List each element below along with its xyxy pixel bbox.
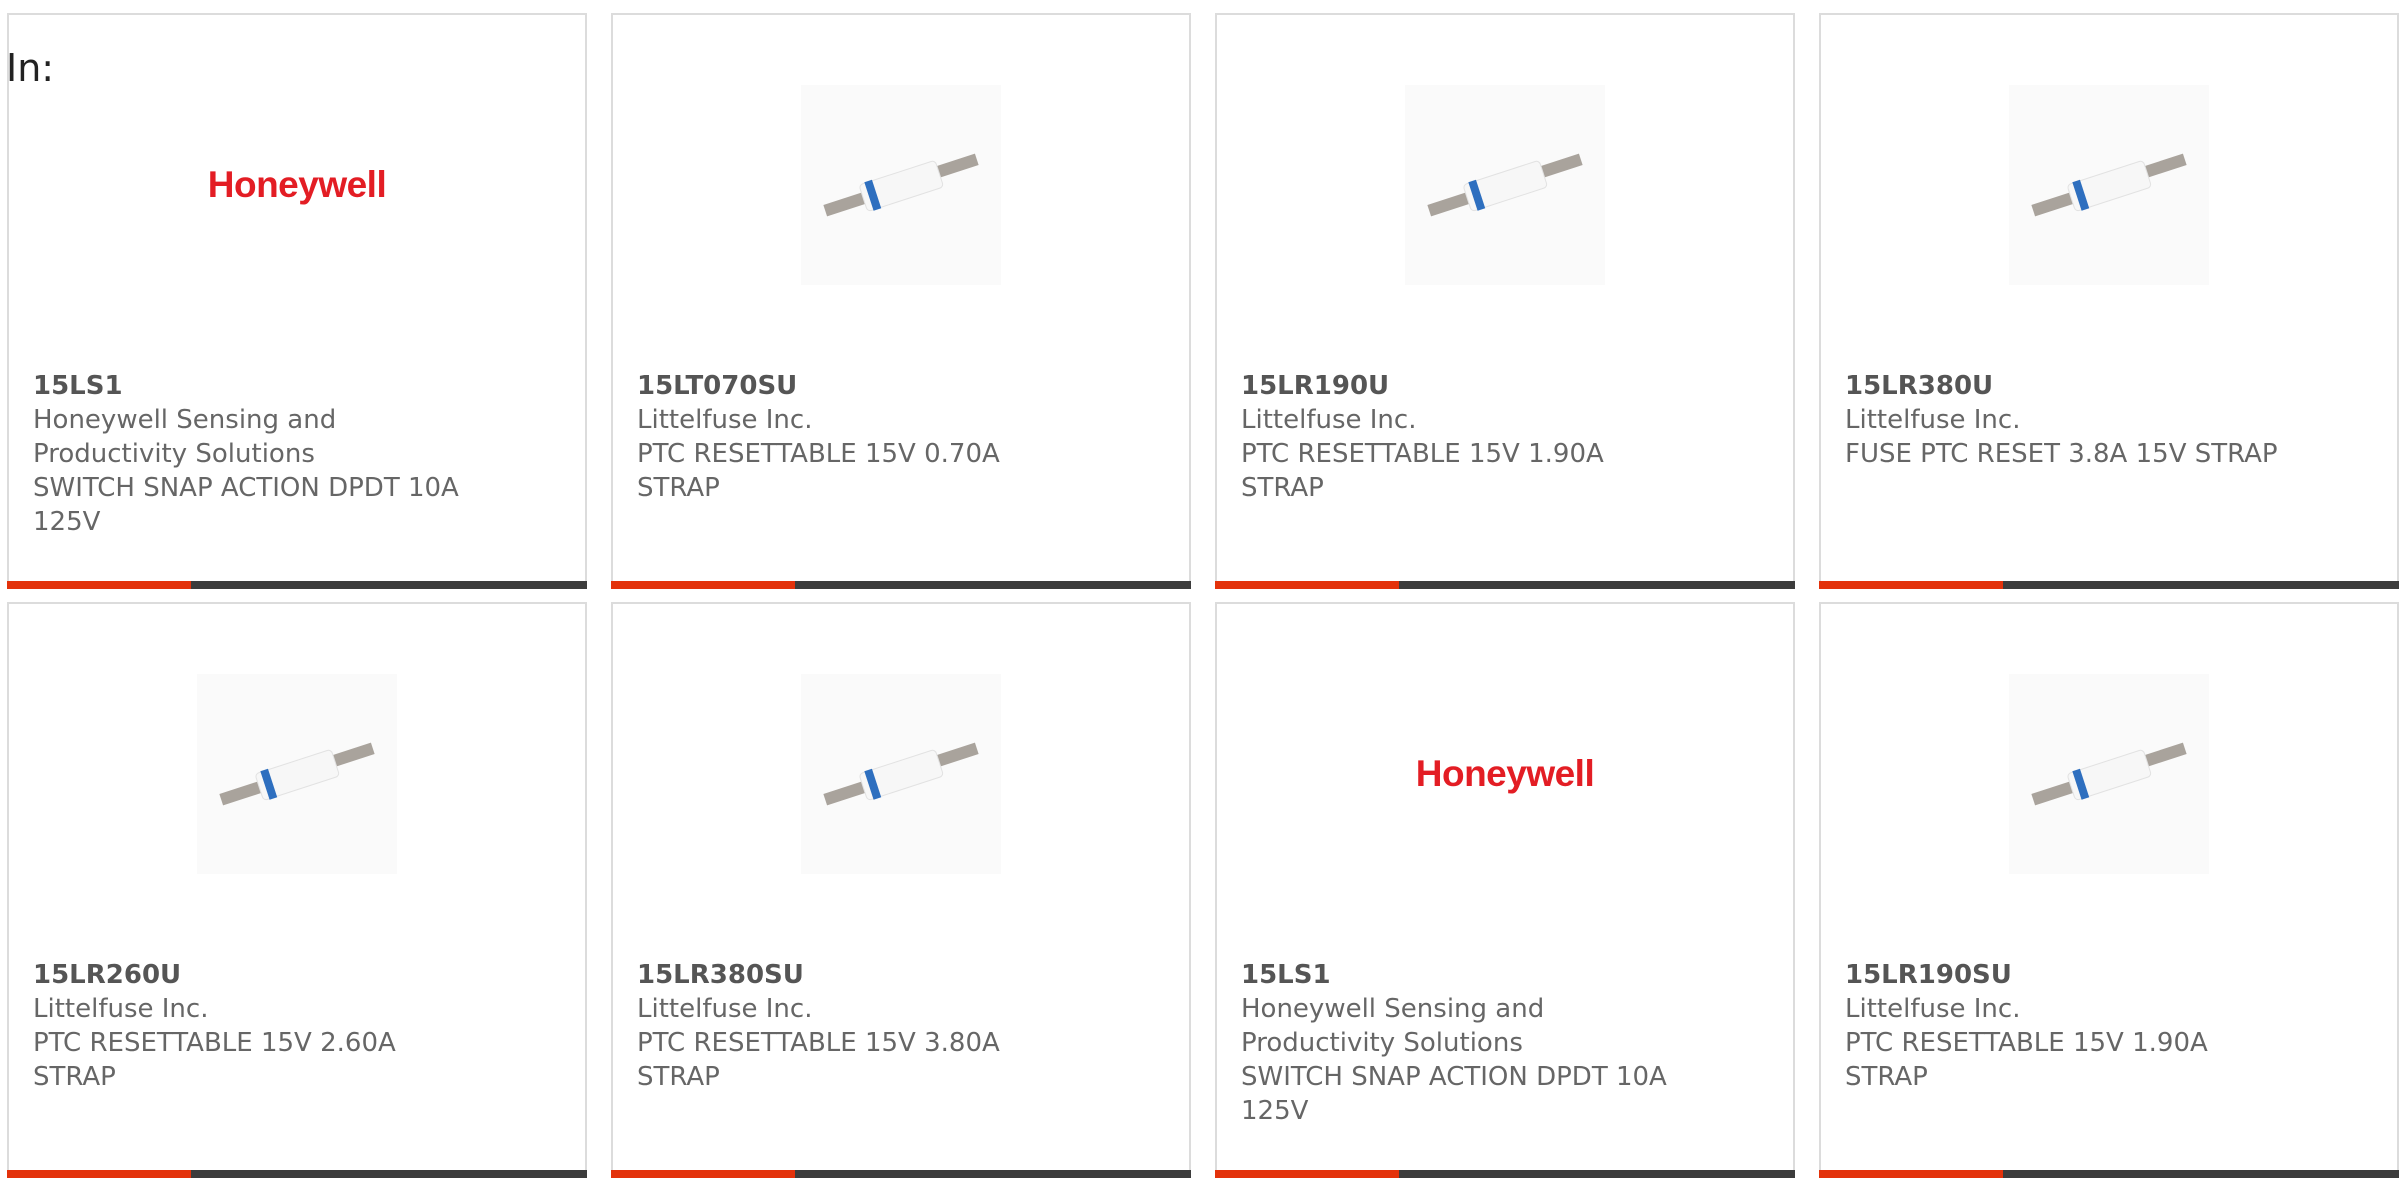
manufacturer: Littelfuse Inc. — [1845, 405, 2021, 435]
description: PTC RESETTABLE 15V 1.90A STRAP — [1241, 439, 1604, 503]
ptc-strap-icon — [2031, 153, 2187, 217]
product-image[interactable] — [9, 664, 585, 884]
part-number[interactable]: 15LR380U — [1845, 369, 2285, 403]
description: SWITCH SNAP ACTION DPDT 10A 125V — [1241, 1062, 1667, 1126]
part-number[interactable]: 15LR380SU — [637, 958, 1077, 992]
product-info: 15LR380SU Littelfuse Inc. PTC RESETTABLE… — [637, 958, 1077, 1094]
description: PTC RESETTABLE 15V 1.90A STRAP — [1845, 1028, 2208, 1092]
manufacturer: Littelfuse Inc. — [1241, 405, 1417, 435]
product-image[interactable] — [1821, 664, 2397, 884]
card-accent-bar — [7, 581, 587, 589]
manufacturer: Littelfuse Inc. — [637, 994, 813, 1024]
product-card[interactable]: 15LR260U Littelfuse Inc. PTC RESETTABLE … — [7, 602, 587, 1178]
honeywell-logo: Honeywell — [1415, 753, 1595, 794]
ptc-strap-icon — [823, 153, 979, 217]
product-card[interactable]: 15LR190U Littelfuse Inc. PTC RESETTABLE … — [1215, 13, 1795, 589]
product-info: 15LR380U Littelfuse Inc. FUSE PTC RESET … — [1845, 369, 2285, 471]
description: SWITCH SNAP ACTION DPDT 10A 125V — [33, 473, 459, 537]
product-info: 15LR190SU Littelfuse Inc. PTC RESETTABLE… — [1845, 958, 2285, 1094]
in-label: In: — [6, 46, 55, 90]
manufacturer: Littelfuse Inc. — [33, 994, 209, 1024]
description: PTC RESETTABLE 15V 3.80A STRAP — [637, 1028, 1000, 1092]
part-number[interactable]: 15LS1 — [1241, 958, 1681, 992]
product-image[interactable]: Honeywell — [9, 75, 585, 295]
product-image[interactable] — [613, 664, 1189, 884]
product-info: 15LT070SU Littelfuse Inc. PTC RESETTABLE… — [637, 369, 1077, 505]
product-image[interactable] — [1217, 75, 1793, 295]
ptc-strap-icon — [219, 742, 375, 806]
product-info: 15LS1 Honeywell Sensing and Productivity… — [33, 369, 473, 539]
description: PTC RESETTABLE 15V 2.60A STRAP — [33, 1028, 396, 1092]
manufacturer: Honeywell Sensing and Productivity Solut… — [1241, 994, 1545, 1058]
part-number[interactable]: 15LS1 — [33, 369, 473, 403]
card-accent-bar — [611, 1170, 1191, 1178]
part-number[interactable]: 15LR190U — [1241, 369, 1681, 403]
honeywell-logo: Honeywell — [207, 164, 387, 205]
product-image[interactable] — [1821, 75, 2397, 295]
product-card[interactable]: 15LR380U Littelfuse Inc. FUSE PTC RESET … — [1819, 13, 2399, 589]
card-accent-bar — [7, 1170, 587, 1178]
card-accent-bar — [611, 581, 1191, 589]
card-accent-bar — [1819, 581, 2399, 589]
product-card[interactable]: Honeywell 15LS1 Honeywell Sensing and Pr… — [1215, 602, 1795, 1178]
card-accent-bar — [1215, 581, 1795, 589]
card-accent-bar — [1215, 1170, 1795, 1178]
description: FUSE PTC RESET 3.8A 15V STRAP — [1845, 439, 2278, 469]
product-card[interactable]: 15LT070SU Littelfuse Inc. PTC RESETTABLE… — [611, 13, 1191, 589]
part-number[interactable]: 15LT070SU — [637, 369, 1077, 403]
product-info: 15LS1 Honeywell Sensing and Productivity… — [1241, 958, 1681, 1128]
product-info: 15LR260U Littelfuse Inc. PTC RESETTABLE … — [33, 958, 473, 1094]
product-card[interactable]: 15LR190SU Littelfuse Inc. PTC RESETTABLE… — [1819, 602, 2399, 1178]
description: PTC RESETTABLE 15V 0.70A STRAP — [637, 439, 1000, 503]
product-image[interactable] — [613, 75, 1189, 295]
ptc-strap-icon — [2031, 742, 2187, 806]
product-image[interactable]: Honeywell — [1217, 664, 1793, 884]
product-info: 15LR190U Littelfuse Inc. PTC RESETTABLE … — [1241, 369, 1681, 505]
ptc-strap-icon — [823, 742, 979, 806]
product-card[interactable]: 15LR380SU Littelfuse Inc. PTC RESETTABLE… — [611, 602, 1191, 1178]
manufacturer: Littelfuse Inc. — [1845, 994, 2021, 1024]
ptc-strap-icon — [1427, 153, 1583, 217]
card-accent-bar — [1819, 1170, 2399, 1178]
manufacturer: Honeywell Sensing and Productivity Solut… — [33, 405, 337, 469]
part-number[interactable]: 15LR190SU — [1845, 958, 2285, 992]
product-card[interactable]: Honeywell 15LS1 Honeywell Sensing and Pr… — [7, 13, 587, 589]
part-number[interactable]: 15LR260U — [33, 958, 473, 992]
manufacturer: Littelfuse Inc. — [637, 405, 813, 435]
